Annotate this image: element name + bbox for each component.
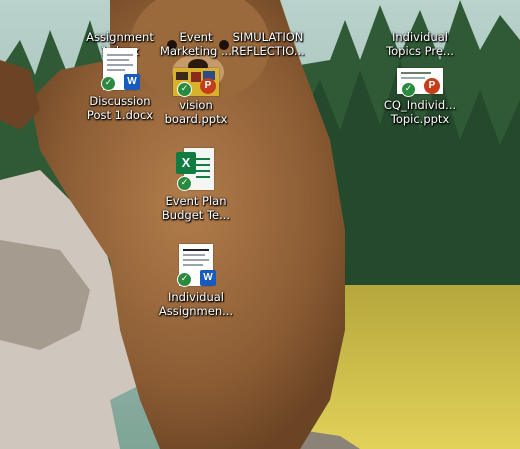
file-label: Discussion Post 1.docx <box>86 94 154 122</box>
file-label: vision board.pptx <box>164 98 228 126</box>
powerpoint-icon: ✓ P <box>173 46 219 96</box>
file-icon-discussion-post-1[interactable]: ✓ W Discussion Post 1.docx <box>80 46 160 122</box>
powerpoint-app-icon: P <box>424 78 440 94</box>
powerpoint-app-icon: P <box>200 78 216 94</box>
word-document-icon: ✓ W <box>174 242 218 288</box>
file-icon-simulation-reflection[interactable]: SIMULATION REFLECTIO... <box>228 0 308 58</box>
file-icon-event-plan-budget[interactable]: X ✓ Event Plan Budget Te... <box>156 146 236 222</box>
sync-check-icon: ✓ <box>178 83 191 96</box>
file-label: CQ_Individ... Topic.pptx <box>383 98 457 126</box>
powerpoint-icon <box>398 0 442 28</box>
sync-check-icon: ✓ <box>102 77 115 90</box>
word-document-icon: ✓ W <box>98 46 142 92</box>
word-app-icon: W <box>200 270 216 286</box>
file-label: SIMULATION REFLECTIO... <box>231 30 305 58</box>
word-app-icon: W <box>124 74 140 90</box>
sync-check-icon: ✓ <box>178 177 191 190</box>
sync-check-icon: ✓ <box>178 273 191 286</box>
desktop[interactable]: Assignment 1.docx Event Marketing ... SI… <box>0 0 520 449</box>
word-document-icon <box>246 0 290 28</box>
powerpoint-icon <box>174 0 218 28</box>
file-icon-cq-individual-topic[interactable]: ✓ P CQ_Individ... Topic.pptx <box>380 46 460 126</box>
excel-icon: X ✓ <box>174 146 218 192</box>
sync-check-icon: ✓ <box>402 83 415 96</box>
file-label: Event Plan Budget Te... <box>161 194 231 222</box>
powerpoint-icon: ✓ P <box>397 46 443 96</box>
word-document-icon <box>98 0 142 28</box>
file-icon-vision-board[interactable]: ✓ P vision board.pptx <box>156 46 236 126</box>
file-label: Individual Assignmen... <box>158 290 234 318</box>
excel-app-icon: X <box>176 152 196 174</box>
file-icon-individual-assignment[interactable]: ✓ W Individual Assignmen... <box>156 242 236 318</box>
